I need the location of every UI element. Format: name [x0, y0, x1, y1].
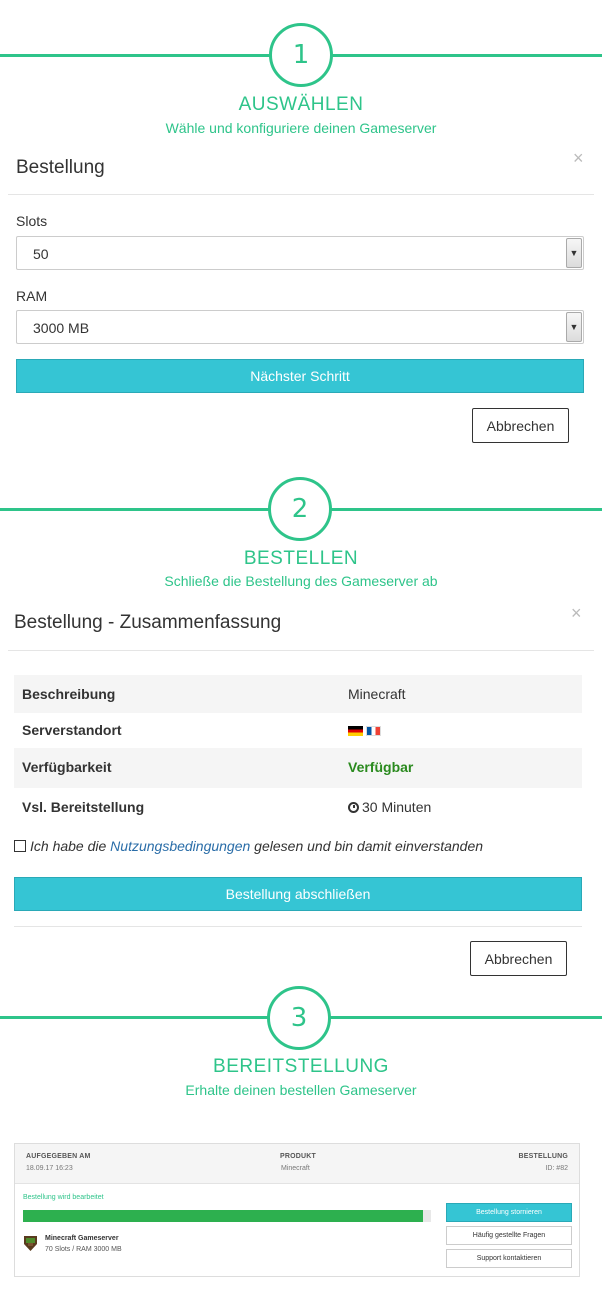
clock-icon	[348, 802, 359, 813]
order-card-header: AUFGEGEBEN AM 18.09.17 16:23 PRODUKT Min…	[15, 1144, 579, 1184]
order-form-title: Bestellung	[16, 157, 105, 178]
faq-button[interactable]: Häufig gestellte Fragen	[446, 1226, 572, 1245]
order-progress-bar	[23, 1210, 431, 1222]
order-id: ID: #82	[545, 1165, 568, 1172]
order-label: BESTELLUNG	[518, 1153, 568, 1160]
table-row: Beschreibung Minecraft	[14, 675, 582, 713]
table-row: Serverstandort	[14, 711, 582, 749]
terms-checkbox[interactable]	[14, 840, 26, 852]
slots-select[interactable]: 50 ▼	[16, 236, 584, 270]
slots-select-value: 50	[33, 246, 49, 262]
provision-time: 30 Minuten	[362, 799, 432, 815]
terms-text-before: Ich habe die	[30, 838, 111, 854]
step-2-subtitle: Schließe die Bestellung des Gameserver a…	[164, 573, 438, 589]
cancel-button[interactable]: Abbrechen	[472, 408, 569, 443]
row-value: Minecraft	[348, 686, 406, 702]
order-status: Bestellung wird bearbeitet	[23, 1194, 104, 1201]
step-1-title: AUSWÄHLEN	[238, 94, 364, 115]
product-value: Minecraft	[281, 1165, 310, 1172]
summary-footer-divider	[14, 926, 582, 927]
summary-close-icon[interactable]: ×	[571, 603, 582, 624]
order-progress-fill	[23, 1210, 423, 1222]
step-1-circle: 1	[269, 23, 333, 87]
server-location-flags	[348, 722, 384, 738]
ram-select-value: 3000 MB	[33, 320, 90, 336]
product-label: PRODUKT	[280, 1153, 317, 1160]
row-key: Serverstandort	[22, 722, 122, 738]
step-3-circle: 3	[267, 986, 331, 1050]
slots-label: Slots	[16, 213, 48, 229]
cancel-order-button[interactable]: Bestellung stornieren	[446, 1203, 572, 1222]
chevron-down-icon[interactable]: ▼	[566, 312, 582, 342]
order-card: AUFGEGEBEN AM 18.09.17 16:23 PRODUKT Min…	[14, 1143, 580, 1277]
next-step-button[interactable]: Nächster Schritt	[16, 359, 584, 393]
row-key: Beschreibung	[22, 686, 116, 702]
chevron-down-icon[interactable]: ▼	[566, 238, 582, 268]
row-key: Vsl. Bereitstellung	[22, 799, 145, 815]
terms-link[interactable]: Nutzungsbedingungen	[110, 838, 250, 854]
minecraft-icon	[24, 1236, 37, 1251]
cancel-button[interactable]: Abbrechen	[470, 941, 567, 976]
game-description: 70 Slots / RAM 3000 MB	[45, 1246, 122, 1253]
row-value: 30 Minuten	[348, 799, 431, 815]
table-row: Verfügbarkeit Verfügbar	[14, 748, 582, 788]
order-form-close-icon[interactable]: ×	[573, 148, 584, 169]
ram-label: RAM	[16, 288, 48, 304]
table-row: Vsl. Bereitstellung 30 Minuten	[14, 788, 582, 826]
order-form-divider	[8, 194, 594, 195]
ram-select[interactable]: 3000 MB ▼	[16, 310, 584, 344]
summary-title: Bestellung - Zusammenfassung	[14, 612, 282, 633]
contact-support-button[interactable]: Support kontaktieren	[446, 1249, 572, 1268]
flag-de-icon	[348, 726, 363, 737]
summary-divider	[8, 650, 594, 651]
placed-value: 18.09.17 16:23	[26, 1165, 73, 1172]
terms-agreement: Ich habe die Nutzungsbedingungen gelesen…	[14, 838, 483, 854]
placed-label: AUFGEGEBEN AM	[26, 1153, 91, 1160]
step-2-title: BESTELLEN	[243, 548, 359, 569]
complete-order-button[interactable]: Bestellung abschließen	[14, 877, 582, 911]
availability-value: Verfügbar	[348, 759, 414, 775]
step-2-circle: 2	[268, 477, 332, 541]
row-key: Verfügbarkeit	[22, 759, 112, 775]
game-name: Minecraft Gameserver	[45, 1235, 119, 1242]
flag-fr-icon	[366, 726, 381, 737]
step-1-subtitle: Wähle und konfiguriere deinen Gameserver	[165, 120, 437, 136]
step-3-title: BEREITSTELLUNG	[213, 1056, 389, 1077]
step-3-subtitle: Erhalte deinen bestellen Gameserver	[185, 1082, 417, 1098]
terms-text-after: gelesen und bin damit einverstanden	[250, 838, 484, 854]
